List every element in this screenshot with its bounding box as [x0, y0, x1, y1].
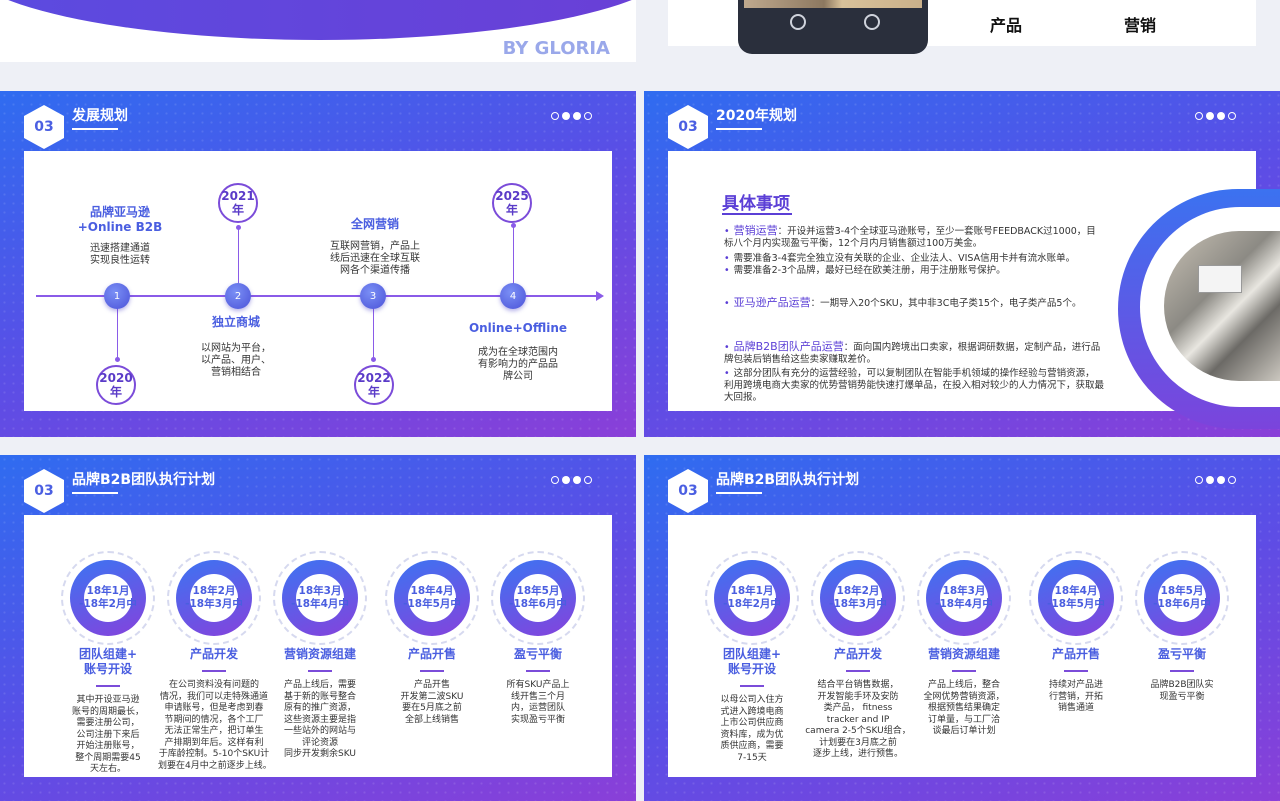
milestone-text: 迅速搭建通道 实现良性运转 [90, 243, 150, 266]
label-marketing: 营销 [1124, 16, 1157, 35]
step-date: 18年5月 -18年6月中 [1153, 574, 1211, 622]
step-text: 产品开售 开发第二波SKU 要在5月底之前 全部上线销售 [400, 680, 464, 725]
slide-title: 品牌B2B团队执行计划 [716, 469, 859, 494]
step-title: 团队组建+ 账号开设 [78, 647, 138, 676]
slide-development-plan[interactable]: 03 发展规划 1 2 3 4 2020 年 2021 年 2022 年 202… [0, 91, 636, 437]
slide-title: 品牌B2B团队执行计划 [72, 469, 215, 494]
timeline-node: 1 [104, 283, 130, 309]
step-circle: 18年4月 -18年5月中 [385, 551, 479, 645]
slide-cover-partial: BY GLORIA [0, 0, 636, 62]
author-byline: BY GLORIA [502, 38, 610, 59]
content-card: 产品 营销 [668, 0, 1256, 54]
step-title: 产品开售 [407, 647, 456, 661]
step-title: 营销资源组建 [927, 647, 1000, 661]
slide-pager [551, 476, 592, 484]
step-circle: 18年3月 -18年4月中 [917, 551, 1011, 645]
milestone-title: Online+Offline [468, 321, 568, 335]
step-text: 产品上线后，需要 基于新的账号整合 原有的推广资源， 这些资源主要是指 一些站外… [283, 680, 356, 759]
plan-item: • 亚马逊产品运营：一期导入20个SKU，其中非3C电子类15个，电子类产品5个。 [724, 296, 1082, 310]
timeline-node: 3 [360, 283, 386, 309]
year-badge: 2022 年 [354, 365, 394, 405]
step-date: 18年2月 -18年3月中 [829, 574, 887, 622]
slide-title: 发展规划 [72, 105, 128, 130]
step-title: 产品开发 [833, 647, 882, 661]
step-text: 结合平台销售数据， 开发智能手环及安防 类产品， fitness tracker… [805, 680, 911, 759]
step-date: 18年1月 -18年2月中 [723, 574, 781, 622]
slide-2020-plan[interactable]: 03 2020年规划 具体事项 • 营销运营：开设并运营3-4个全球亚马逊账号，至… [644, 91, 1280, 437]
milestone-title: 品牌亚马逊 +Online B2B [77, 205, 163, 234]
section-hex-badge: 03 [24, 105, 64, 149]
plan-item: • 这部分团队有充分的运营经验，可以复制团队在智能手机领域的操作经验与营销资源，利… [724, 368, 1105, 403]
slide-title: 2020年规划 [716, 105, 797, 130]
phone-screen [744, 0, 922, 8]
section-hex-badge: 03 [668, 105, 708, 149]
step-date: 18年4月 -18年5月中 [1047, 574, 1105, 622]
year-badge: 2025 年 [492, 183, 532, 223]
step-title: 营销资源组建 [283, 647, 356, 661]
slide-products-partial: 产品 营销 [644, 0, 1280, 62]
step-date: 18年5月 -18年6月中 [509, 574, 567, 622]
step-circle: 18年4月 -18年5月中 [1029, 551, 1123, 645]
step-text: 以母公司入住方 式进入跨境电商 上市公司供应商 资料库，成为优 质供应商，需要 … [720, 695, 784, 763]
step-date: 18年3月 -18年4月中 [291, 574, 349, 622]
milestone-text: 互联网营销，产品上 线后迅速在全球互联 网各个渠道传播 [330, 241, 420, 276]
phone-illustration [738, 0, 928, 54]
plan-heading: 具体事项 [722, 194, 790, 214]
step-title: 产品开售 [1051, 647, 1100, 661]
step-circle: 18年5月 -18年6月中 [1135, 551, 1229, 645]
slide-b2b-plan-b[interactable]: 03 品牌B2B团队执行计划 18年1月 -18年2月中团队组建+ 账号开设以母… [644, 455, 1280, 801]
phone-button-icon [864, 14, 880, 30]
plan-item: • 品牌B2B团队产品运营：面向国内跨境出口卖家，根据调研数据，定制产品，进行品牌… [724, 340, 1101, 366]
milestone-title: 全网营销 [350, 217, 399, 231]
step-title: 盈亏平衡 [1157, 647, 1206, 661]
slide-b2b-plan-a[interactable]: 03 品牌B2B团队执行计划 18年1月 -18年2月中团队组建+ 账号开设其中… [0, 455, 636, 801]
step-text: 在公司资料没有问题的 情况，我们可以走特殊通道 申请账号，但是考虑到春 节期间的… [158, 680, 272, 771]
step-circle: 18年2月 -18年3月中 [811, 551, 905, 645]
year-badge: 2020 年 [96, 365, 136, 405]
slide-pager [551, 112, 592, 120]
section-hex-badge: 03 [24, 469, 64, 513]
timeline-node: 2 [225, 283, 251, 309]
step-date: 18年3月 -18年4月中 [935, 574, 993, 622]
section-hex-badge: 03 [668, 469, 708, 513]
timeline-node: 4 [500, 283, 526, 309]
arrow-right-icon [596, 291, 604, 301]
step-title: 产品开发 [189, 647, 238, 661]
step-date: 18年4月 -18年5月中 [403, 574, 461, 622]
step-circle: 18年3月 -18年4月中 [273, 551, 367, 645]
step-date: 18年1月 -18年2月中 [79, 574, 137, 622]
year-badge: 2021 年 [218, 183, 258, 223]
step-circle: 18年5月 -18年6月中 [491, 551, 585, 645]
step-circle: 18年1月 -18年2月中 [705, 551, 799, 645]
step-text: 所有SKU产品上 线开售三个月 内，运营团队 实现盈亏平衡 [506, 680, 570, 725]
label-product: 产品 [990, 16, 1023, 35]
phone-button-icon [790, 14, 806, 30]
slide-pager [1195, 112, 1236, 120]
plan-item: • 需要准备3-4套完全独立没有关联的企业、企业法人、VISA信用卡并有流水账单。 [724, 253, 1076, 264]
milestone-title: 独立商城 [211, 315, 260, 329]
step-title: 团队组建+ 账号开设 [722, 647, 782, 676]
step-text: 其中开设亚马逊 账号的周期最长， 需要注册公司， 公司注册下来后 开始注册账号，… [71, 695, 144, 774]
header-wave-overlay [0, 0, 636, 40]
step-text: 产品上线后，整合 全网优势营销资源， 根据预售结果确定 订单量，与工厂洽 谈最后… [923, 680, 1005, 736]
step-title: 盈亏平衡 [513, 647, 562, 661]
slide-pager [1195, 476, 1236, 484]
milestone-text: 以网站为平台， 以产品、用户、 营销相结合 [201, 343, 271, 378]
plan-item: • 需要准备2-3个品牌，最好已经在欧美注册，用于注册账号保护。 [724, 265, 1006, 276]
milestone-text: 成为在全球范围内 有影响力的产品品 牌公司 [478, 347, 558, 382]
step-text: 品牌B2B团队实 现盈亏平衡 [1150, 680, 1214, 702]
step-circle: 18年2月 -18年3月中 [167, 551, 261, 645]
plan-item: • 营销运营：开设并运营3-4个全球亚马逊账号，至少一套账号FEEDBACK过10… [724, 224, 1096, 250]
step-circle: 18年1月 -18年2月中 [61, 551, 155, 645]
step-date: 18年2月 -18年3月中 [185, 574, 243, 622]
step-text: 持续对产品进 行营销，开拓 销售通道 [1048, 680, 1103, 713]
